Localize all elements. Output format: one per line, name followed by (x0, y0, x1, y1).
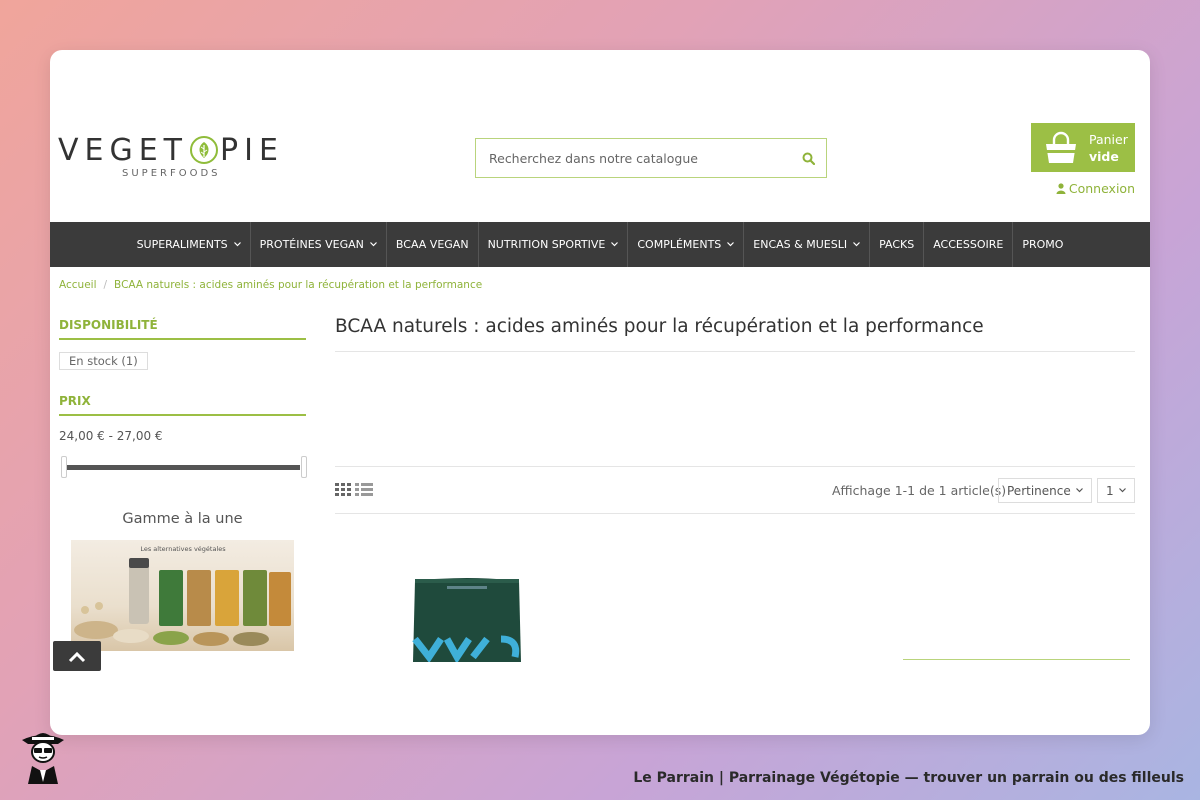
featured-image-caption: Les alternatives végétales (140, 545, 226, 553)
nav-label: BCAA VEGAN (395, 238, 469, 251)
filter-price-title: PRIX (59, 394, 306, 416)
nav-item-complements[interactable]: COMPLÉMENTS (628, 222, 745, 267)
per-page-selected-value: 1 (1106, 483, 1114, 498)
nav-item-promo[interactable]: PROMO (1013, 222, 1072, 267)
breadcrumb-separator: / (103, 279, 108, 291)
site-logo[interactable]: VEGET PIE SUPERFOODS (58, 134, 278, 180)
featured-range-title: Gamme à la une (122, 511, 243, 527)
nav-label: COMPLÉMENTS (637, 238, 722, 251)
logo-text-start: VEGET (58, 133, 189, 168)
nav-label: ENCAS & MUESLI (753, 238, 848, 251)
login-link[interactable]: Connexion (1056, 181, 1135, 196)
nav-item-superaliments[interactable]: SUPERALIMENTS (128, 222, 251, 267)
sort-selected-value: Pertinence (1007, 483, 1071, 498)
toolbar-bottom-divider (335, 513, 1135, 514)
nav-item-bcaa-vegan[interactable]: BCAA VEGAN (387, 222, 479, 267)
filter-availability-title: DISPONIBILITÉ (59, 318, 306, 340)
price-range-value: 24,00 € - 27,00 € (59, 429, 163, 443)
results-count: Affichage 1-1 de 1 article(s) (832, 483, 1007, 498)
login-label: Connexion (1068, 181, 1135, 196)
chevron-down-icon (369, 242, 377, 247)
search-icon (802, 152, 815, 165)
main-nav: SUPERALIMENTS PROTÉINES VEGAN BCAA VEGAN… (50, 222, 1150, 267)
title-divider (335, 351, 1135, 352)
chevron-down-icon (853, 242, 861, 247)
featured-range-image[interactable]: Les alternatives végétales (71, 540, 294, 651)
arrow-up-icon (68, 651, 86, 663)
breadcrumb-current[interactable]: BCAA naturels : acides aminés pour la ré… (114, 279, 482, 291)
filter-in-stock-option[interactable]: En stock (1) (59, 352, 148, 370)
toolbar-top-divider (335, 466, 1135, 467)
nav-item-nutrition-sportive[interactable]: NUTRITION SPORTIVE (479, 222, 629, 267)
search-button[interactable] (790, 139, 826, 177)
user-icon (1056, 183, 1066, 194)
price-slider[interactable] (61, 456, 308, 478)
footer-caption: Le Parrain | Parrainage Végétopie — trou… (633, 770, 1184, 786)
chevron-down-icon (233, 242, 241, 247)
breadcrumb: Accueil / BCAA naturels : acides aminés po… (59, 279, 482, 291)
breadcrumb-home-link[interactable]: Accueil (59, 279, 97, 291)
nav-item-encas-muesli[interactable]: ENCAS & MUESLI (744, 222, 871, 267)
chevron-down-icon (611, 242, 619, 247)
featured-products-illustration: Les alternatives végétales (74, 545, 291, 646)
chevron-down-icon (1118, 488, 1126, 493)
chevron-down-icon (727, 242, 735, 247)
logo-text-end: PIE (220, 133, 284, 168)
price-slider-min-handle[interactable] (61, 456, 67, 478)
nav-label: PROMO (1022, 238, 1064, 251)
nav-label: SUPERALIMENTS (136, 238, 228, 251)
nav-label: PACKS (879, 238, 915, 251)
cart-label: Panier (1089, 131, 1128, 147)
cart-button[interactable]: Panier vide (1031, 123, 1135, 172)
shopping-bag-icon (1046, 131, 1076, 163)
page-title: BCAA naturels : acides aminés pour la ré… (335, 316, 984, 337)
browser-page: VEGETPIE SUPERFOODS Panier vide Connexio… (50, 50, 1150, 735)
search-bar (475, 138, 827, 178)
nav-item-packs[interactable]: PACKS (870, 222, 925, 267)
godfather-mascot-icon (22, 733, 64, 784)
scroll-to-top-button[interactable] (53, 641, 101, 671)
list-view-icon[interactable] (355, 483, 373, 496)
grid-view-icon[interactable] (335, 483, 351, 496)
search-input[interactable] (476, 149, 790, 167)
leaf-logo-icon (190, 136, 219, 164)
nav-label: ACCESSOIRE (933, 238, 1004, 251)
nav-label: PROTÉINES VEGAN (259, 238, 364, 251)
cart-status: vide (1089, 148, 1119, 164)
sort-select[interactable]: Pertinence (998, 478, 1092, 503)
price-slider-max-handle[interactable] (301, 456, 307, 478)
price-slider-track (67, 465, 300, 470)
nav-label: NUTRITION SPORTIVE (487, 238, 606, 251)
nav-item-accessoire[interactable]: ACCESSOIRE (924, 222, 1014, 267)
product-image[interactable] (411, 577, 523, 662)
per-page-select[interactable]: 1 (1097, 478, 1135, 503)
chevron-down-icon (1075, 488, 1083, 493)
nav-item-proteines-vegan[interactable]: PROTÉINES VEGAN (251, 222, 387, 267)
product-card-divider (903, 659, 1130, 660)
logo-tagline: SUPERFOODS (122, 168, 221, 179)
